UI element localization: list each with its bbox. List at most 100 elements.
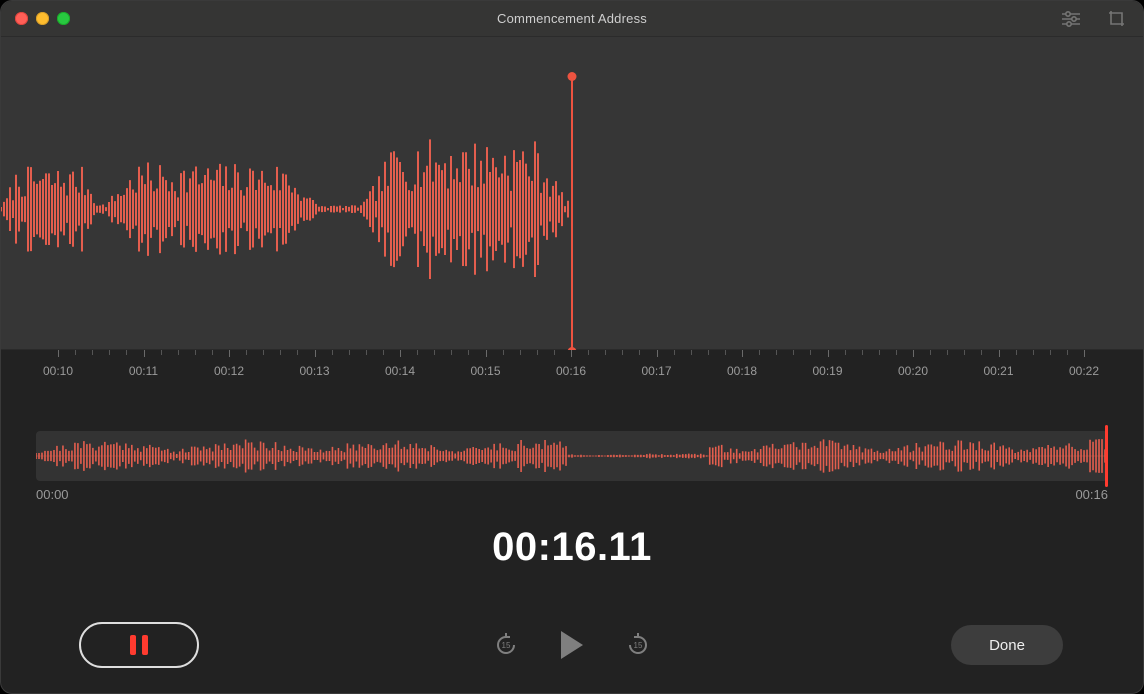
trim-icon[interactable] (1101, 3, 1133, 35)
ruler-label: 00:14 (385, 364, 415, 378)
overview-waveform (36, 431, 1108, 481)
ruler-tick-minor (554, 350, 555, 355)
ruler-tick-minor (297, 350, 298, 355)
playhead[interactable] (571, 76, 573, 351)
transport-controls: 15 15 Done (1, 615, 1143, 675)
ruler-tick-minor (195, 350, 196, 355)
window-title: Commencement Address (497, 11, 647, 26)
pause-bar-right (142, 635, 148, 655)
overview-start-time: 00:00 (36, 487, 69, 502)
ruler-tick-minor (862, 350, 863, 355)
ruler-tick-minor (964, 350, 965, 355)
ruler-tick-minor (263, 350, 264, 355)
ruler-tick-minor (1033, 350, 1034, 355)
pause-record-button[interactable] (79, 622, 199, 668)
skip-forward-15-button[interactable]: 15 (622, 629, 654, 661)
ruler-tick-minor (332, 350, 333, 355)
ruler-label: 00:12 (214, 364, 244, 378)
ruler-tick-minor (246, 350, 247, 355)
settings-icon[interactable] (1055, 3, 1087, 35)
ruler-tick-minor (92, 350, 93, 355)
ruler-tick-minor (622, 350, 623, 355)
ruler-tick-minor (691, 350, 692, 355)
ruler-tick-minor (810, 350, 811, 355)
ruler-tick (1084, 350, 1085, 357)
voice-memos-editor-window: Commencement Address 00:10 00:11 00:12 00:1… (0, 0, 1144, 694)
time-ruler[interactable]: 00:1000:1100:1200:1300:1400:1500:1600:17… (1, 350, 1143, 390)
ruler-label: 00:16 (556, 364, 586, 378)
ruler-label: 00:22 (1069, 364, 1099, 378)
ruler-tick-minor (1067, 350, 1068, 355)
minimize-window-button[interactable] (36, 12, 49, 25)
ruler-tick-minor (708, 350, 709, 355)
ruler-tick-minor (178, 350, 179, 355)
ruler-tick-minor (1016, 350, 1017, 355)
close-window-button[interactable] (15, 12, 28, 25)
done-button[interactable]: Done (951, 625, 1063, 665)
ruler-tick-minor (109, 350, 110, 355)
ruler-label: 00:17 (641, 364, 671, 378)
overview-end-time: 00:16 (1075, 487, 1108, 502)
ruler-tick (999, 350, 1000, 357)
waveform-pane[interactable] (1, 37, 1143, 350)
ruler-label: 00:13 (299, 364, 329, 378)
ruler-label: 00:11 (129, 364, 158, 378)
ruler-tick-minor (161, 350, 162, 355)
ruler-tick (913, 350, 914, 357)
elapsed-time-display: 00:16.11 (1, 525, 1143, 570)
ruler-tick (400, 350, 401, 357)
ruler-tick (571, 350, 572, 357)
svg-text:15: 15 (634, 641, 643, 650)
ruler-tick-minor (434, 350, 435, 355)
ruler-tick (828, 350, 829, 357)
ruler-tick (657, 350, 658, 357)
ruler-tick-minor (126, 350, 127, 355)
overview-playhead[interactable] (1105, 425, 1108, 487)
ruler-tick-minor (1050, 350, 1051, 355)
ruler-tick-minor (674, 350, 675, 355)
overview-time-labels: 00:00 00:16 (36, 487, 1108, 502)
ruler-label: 00:10 (43, 364, 73, 378)
ruler-tick-minor (349, 350, 350, 355)
titlebar-tools (1055, 1, 1133, 37)
ruler-tick-minor (947, 350, 948, 355)
ruler-tick-minor (845, 350, 846, 355)
ruler-tick-minor (212, 350, 213, 355)
ruler-tick-minor (417, 350, 418, 355)
ruler-tick-minor (776, 350, 777, 355)
ruler-tick-minor (605, 350, 606, 355)
ruler-tick (486, 350, 487, 357)
pause-bar-left (130, 635, 136, 655)
ruler-tick-minor (725, 350, 726, 355)
ruler-tick (315, 350, 316, 357)
ruler-tick-minor (75, 350, 76, 355)
overview-strip[interactable] (36, 431, 1108, 481)
ruler-label: 00:21 (983, 364, 1013, 378)
titlebar[interactable]: Commencement Address (1, 1, 1143, 37)
ruler-tick-minor (383, 350, 384, 355)
ruler-label: 00:18 (727, 364, 757, 378)
ruler-tick-minor (468, 350, 469, 355)
ruler-tick (742, 350, 743, 357)
ruler-tick-minor (930, 350, 931, 355)
play-icon (561, 631, 583, 659)
ruler-tick-minor (896, 350, 897, 355)
ruler-tick (58, 350, 59, 357)
traffic-lights (15, 12, 70, 25)
ruler-tick-minor (639, 350, 640, 355)
ruler-tick-minor (879, 350, 880, 355)
ruler-tick (229, 350, 230, 357)
svg-text:15: 15 (502, 641, 511, 650)
ruler-tick-minor (366, 350, 367, 355)
ruler-tick-minor (588, 350, 589, 355)
ruler-tick-minor (520, 350, 521, 355)
ruler-tick (144, 350, 145, 357)
play-button[interactable] (556, 629, 588, 661)
skip-back-15-button[interactable]: 15 (490, 629, 522, 661)
ruler-tick-minor (759, 350, 760, 355)
ruler-tick-minor (981, 350, 982, 355)
ruler-tick-minor (451, 350, 452, 355)
zoom-window-button[interactable] (57, 12, 70, 25)
ruler-tick-minor (280, 350, 281, 355)
ruler-tick-minor (537, 350, 538, 355)
